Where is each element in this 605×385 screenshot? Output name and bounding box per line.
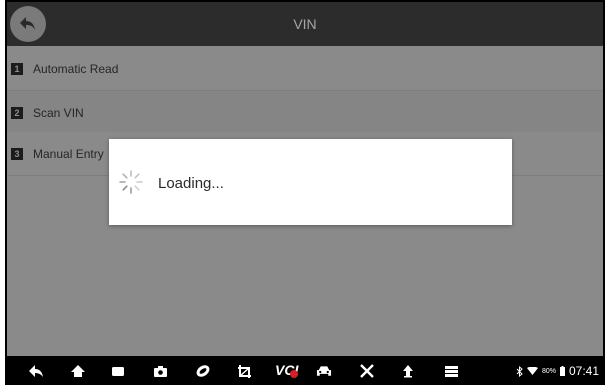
loading-message: Loading... [158,175,224,192]
menu-item-label: Automatic Read [33,61,119,76]
menu-item-scan-vin[interactable]: 2 Scan VIN [7,91,603,135]
status-area: 80% 07:41 [516,363,599,379]
menu-item-automatic-read[interactable]: 1 Automatic Read [7,47,603,91]
battery-percent: 80% [541,367,556,375]
car-icon[interactable] [316,363,332,379]
bluetooth-icon [516,365,523,377]
battery-icon [559,366,565,376]
wifi-icon [526,366,538,375]
browser-icon[interactable] [195,363,211,379]
back-icon[interactable] [28,363,44,379]
system-navbar: VCI 80% 07:41 [5,356,605,385]
home-icon[interactable] [70,363,86,379]
item-number: 1 [11,62,23,75]
menu-item-label: Manual Entry [33,146,104,161]
clock: 07:41 [568,364,599,378]
device-frame: VIN 1 Automatic Read 2 Scan VIN 3 Manual… [5,0,605,385]
loading-dialog: Loading... [109,139,512,225]
item-number: 3 [11,147,23,160]
item-number: 2 [11,106,23,119]
menu-item-label: Scan VIN [33,105,84,120]
back-button[interactable] [10,6,46,42]
vci-status-badge [290,370,298,378]
tools-icon[interactable] [359,363,375,379]
recent-apps-icon[interactable] [110,363,126,379]
menu-icon[interactable] [443,363,459,379]
upload-icon[interactable] [400,363,416,379]
header-bar: VIN [7,2,603,46]
crop-icon[interactable] [236,363,252,379]
loading-spinner-icon [119,170,143,194]
app-screen: VIN 1 Automatic Read 2 Scan VIN 3 Manual… [7,2,603,356]
page-title: VIN [293,16,317,32]
screenshot-icon[interactable] [152,363,168,379]
back-arrow-icon [20,17,35,30]
